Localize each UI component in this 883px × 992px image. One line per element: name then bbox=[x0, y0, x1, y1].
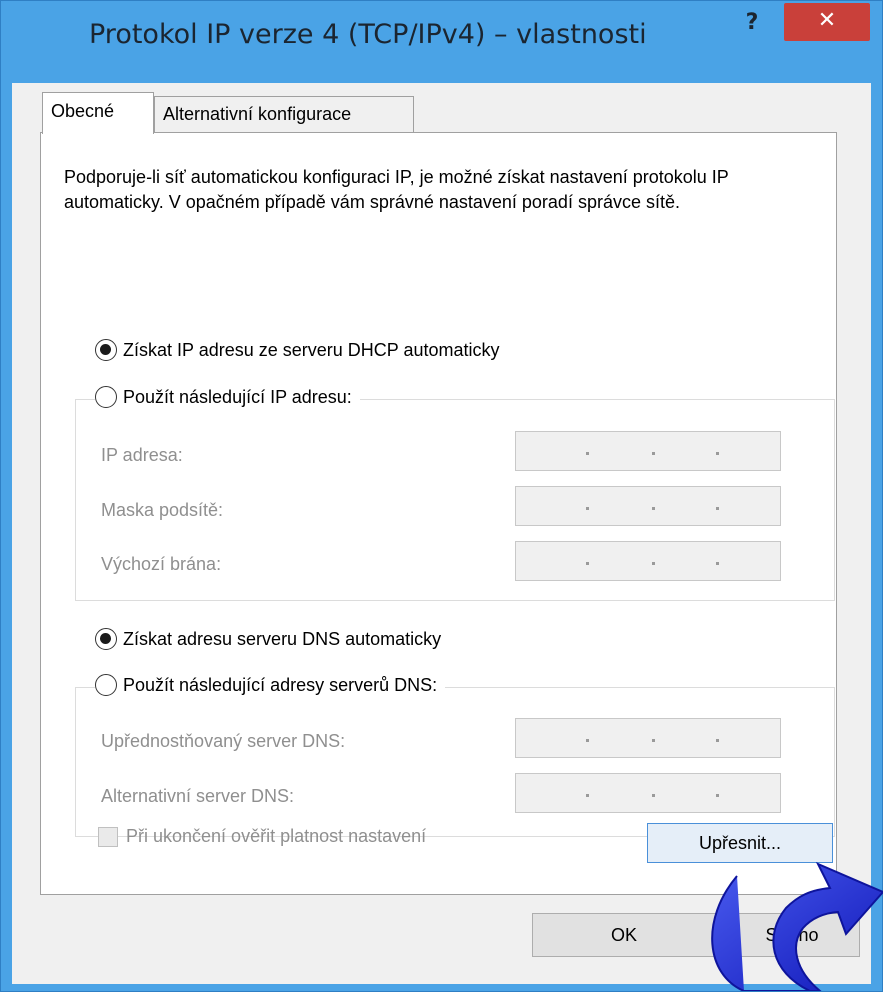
close-icon: ✕ bbox=[817, 8, 837, 33]
default-gateway-label: Výchozí brána: bbox=[101, 554, 222, 574]
ok-button[interactable]: OK bbox=[532, 913, 716, 957]
dns-manual-radio[interactable]: Použít následující adresy serverů DNS: bbox=[95, 674, 446, 696]
radio-unselected-icon bbox=[95, 386, 117, 408]
ip-address-label: IP adresa: bbox=[101, 445, 183, 465]
ip-address-input bbox=[515, 431, 781, 471]
window-title: Protokol IP verze 4 (TCP/IPv4) – vlastno… bbox=[89, 19, 647, 50]
dns-manual-label: Použít následující adresy serverů DNS: bbox=[123, 674, 438, 695]
ip-manual-radio[interactable]: Použít následující IP adresu: bbox=[95, 386, 360, 408]
ip-manual-label: Použít následující IP adresu: bbox=[123, 386, 352, 407]
description-text: Podporuje-li síť automatickou konfigurac… bbox=[64, 167, 729, 212]
validate-settings-checkbox: Při ukončení ověřit platnost nastavení bbox=[98, 826, 426, 847]
dns-auto-radio[interactable]: Získat adresu serveru DNS automaticky bbox=[95, 628, 450, 650]
dialog-window: Protokol IP verze 4 (TCP/IPv4) – vlastno… bbox=[0, 0, 883, 992]
checkbox-icon bbox=[98, 826, 118, 847]
default-gateway-input bbox=[515, 541, 781, 581]
help-icon: ? bbox=[745, 10, 759, 35]
advanced-button[interactable]: Upřesnit... bbox=[647, 823, 833, 863]
radio-selected-icon bbox=[95, 628, 117, 650]
help-button[interactable]: ? bbox=[732, 7, 772, 39]
radio-selected-icon bbox=[95, 339, 117, 361]
subnet-mask-label: Maska podsítě: bbox=[101, 500, 224, 520]
preferred-dns-input bbox=[515, 718, 781, 758]
ip-auto-radio[interactable]: Získat IP adresu ze serveru DHCP automat… bbox=[95, 339, 508, 361]
subnet-mask-input bbox=[515, 486, 781, 526]
preferred-dns-label: Upřednostňovaný server DNS: bbox=[101, 731, 346, 751]
dialog-client-area: Obecné Alternativní konfigurace Podporuj… bbox=[12, 83, 871, 984]
dns-auto-label: Získat adresu serveru DNS automaticky bbox=[123, 628, 442, 649]
tab-alternative-config[interactable]: Alternativní konfigurace bbox=[154, 96, 414, 132]
dns-manual-group bbox=[75, 687, 835, 837]
tab-general[interactable]: Obecné bbox=[42, 92, 154, 134]
alternate-dns-label: Alternativní server DNS: bbox=[101, 786, 295, 806]
radio-unselected-icon bbox=[95, 674, 117, 696]
tab-panel-general: Podporuje-li síť automatickou konfigurac… bbox=[40, 132, 837, 895]
close-button[interactable]: ✕ bbox=[784, 3, 870, 41]
validate-settings-label: Při ukončení ověřit platnost nastavení bbox=[126, 826, 427, 846]
alternate-dns-input bbox=[515, 773, 781, 813]
ip-auto-label: Získat IP adresu ze serveru DHCP automat… bbox=[123, 339, 500, 360]
title-bar[interactable]: Protokol IP verze 4 (TCP/IPv4) – vlastno… bbox=[1, 1, 882, 83]
cancel-button[interactable]: Storno bbox=[724, 913, 860, 957]
